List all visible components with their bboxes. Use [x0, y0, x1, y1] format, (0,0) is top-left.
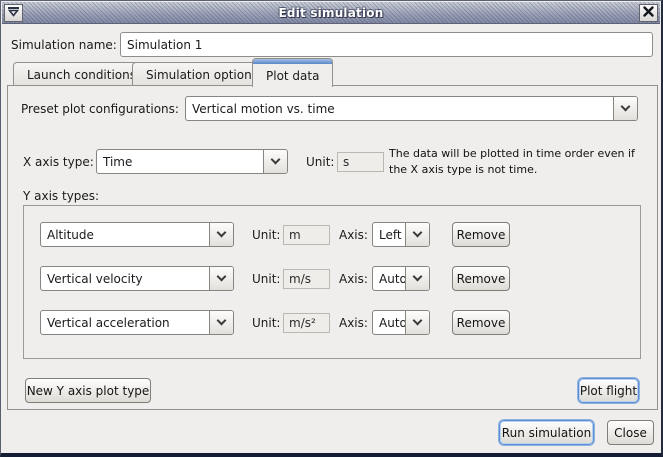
chevron-down-icon	[209, 311, 233, 334]
unit-label: Unit:	[252, 272, 280, 286]
tab-simulation-options[interactable]: Simulation options	[132, 62, 272, 86]
run-simulation-button[interactable]: Run simulation	[499, 420, 594, 445]
chevron-down-icon	[263, 150, 287, 173]
y-axis-type-value: Vertical velocity	[41, 267, 209, 290]
preset-config-value: Vertical motion vs. time	[186, 97, 613, 120]
axis-select[interactable]: Auto	[372, 266, 430, 291]
axis-select[interactable]: Left	[372, 222, 430, 247]
y-axis-type-select[interactable]: Altitude	[40, 222, 234, 247]
x-axis-unit-label: Unit:	[306, 155, 334, 169]
unit-label: Unit:	[252, 228, 280, 242]
simulation-name-label: Simulation name:	[11, 38, 117, 52]
preset-config-select[interactable]: Vertical motion vs. time	[185, 96, 638, 121]
remove-button[interactable]: Remove	[452, 266, 510, 291]
axis-value: Left	[373, 223, 405, 246]
unit-label: Unit:	[252, 316, 280, 330]
x-axis-unit-field: s	[337, 152, 384, 172]
tab-label: Simulation options	[146, 68, 258, 82]
chevron-down-icon	[405, 267, 429, 290]
x-axis-type-value: Time	[97, 150, 263, 173]
axis-select[interactable]: Auto	[372, 310, 430, 335]
chevron-down-icon	[209, 267, 233, 290]
y-axis-type-value: Vertical acceleration	[41, 311, 209, 334]
y-axis-types-label: Y axis types:	[23, 189, 99, 203]
remove-button[interactable]: Remove	[452, 310, 510, 335]
edit-simulation-dialog: Edit simulation Simulation name: Simulat…	[0, 0, 663, 457]
window-menu-icon	[7, 6, 20, 20]
y-axis-type-select[interactable]: Vertical acceleration	[40, 310, 234, 335]
titlebar: Edit simulation	[2, 2, 660, 24]
chevron-down-icon	[405, 223, 429, 246]
simulation-name-value: Simulation 1	[127, 38, 202, 52]
plot-flight-button[interactable]: Plot flight	[578, 378, 639, 403]
close-button[interactable]: Close	[607, 420, 654, 445]
axis-label: Axis:	[339, 228, 368, 242]
y-axis-types-group: Altitude Unit: m Axis: Left Remove Verti…	[23, 205, 641, 359]
tab-launch-conditions[interactable]: Launch conditions	[13, 62, 150, 86]
axis-label: Axis:	[339, 272, 368, 286]
axis-label: Axis:	[339, 316, 368, 330]
chevron-down-icon	[613, 97, 637, 120]
tab-label: Plot data	[266, 69, 319, 83]
unit-field: m/s²	[283, 313, 330, 333]
chevron-down-icon	[405, 311, 429, 334]
close-window-button[interactable]	[639, 4, 658, 22]
x-axis-type-select[interactable]: Time	[96, 149, 288, 174]
x-axis-type-label: X axis type:	[23, 155, 94, 169]
simulation-name-input[interactable]: Simulation 1	[120, 32, 653, 57]
y-axis-type-select[interactable]: Vertical velocity	[40, 266, 234, 291]
chevron-down-icon	[209, 223, 233, 246]
unit-field: m/s	[283, 269, 330, 289]
preset-config-label: Preset plot configurations:	[21, 102, 179, 116]
window-title: Edit simulation	[2, 6, 660, 20]
new-y-axis-plot-type-button[interactable]: New Y axis plot type	[25, 378, 151, 403]
unit-field: m	[283, 225, 330, 245]
x-axis-note: The data will be plotted in time order e…	[389, 146, 651, 178]
window-menu-button[interactable]	[4, 4, 23, 22]
tab-plot-data[interactable]: Plot data	[252, 58, 333, 87]
tab-label: Launch conditions	[27, 68, 136, 82]
close-icon	[642, 5, 655, 21]
remove-button[interactable]: Remove	[452, 222, 510, 247]
axis-value: Auto	[373, 267, 405, 290]
axis-value: Auto	[373, 311, 405, 334]
y-axis-type-value: Altitude	[41, 223, 209, 246]
selected-tab-accent	[253, 59, 332, 64]
